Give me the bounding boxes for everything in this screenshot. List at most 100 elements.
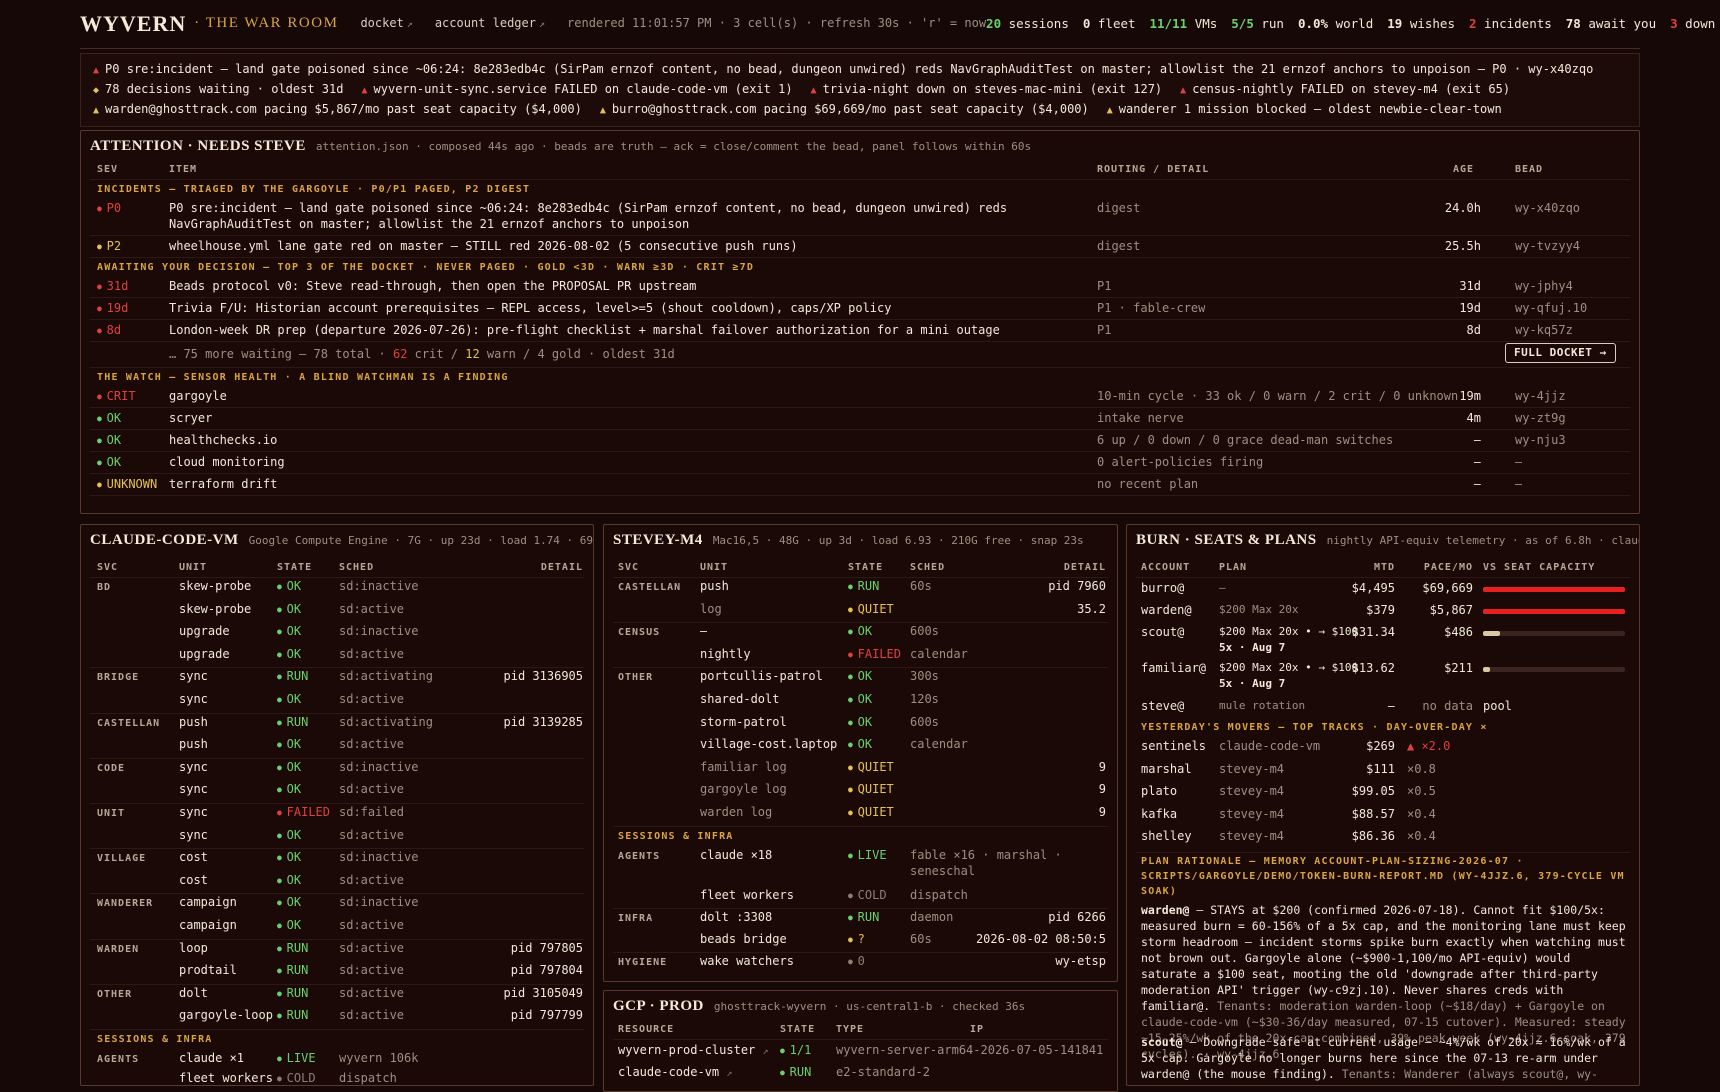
banner-item: ▲ warden@ghosttrack.com pacing $5,867/mo… (93, 102, 582, 118)
status-label: OK (286, 759, 302, 774)
state-badge: ● RUN (848, 579, 879, 595)
row-divider (90, 757, 584, 759)
unit-name: upgrade (179, 624, 230, 639)
status-dot-icon: ● (848, 808, 858, 817)
external-link-icon: ↗ (762, 1046, 769, 1057)
status-dot-icon: ● (277, 853, 287, 863)
banner-item: ▲ burro@ghosttrack.com pacing $69,669/mo… (600, 102, 1089, 118)
state-badge: ● LIVE (848, 848, 887, 864)
col-type: TYPE (836, 1024, 865, 1035)
status-dot-icon: ● (277, 1054, 287, 1063)
banner-text: wyvern-unit-sync.service FAILED on claud… (373, 82, 793, 97)
state-badge: ● OK (277, 692, 301, 708)
status-label: OK (857, 737, 873, 752)
plan: $200 Max 20x (1219, 603, 1299, 616)
bead-id: wy-jphy4 (1515, 279, 1573, 293)
severity-badge: ● CRIT (97, 389, 136, 405)
bead-id: — (1515, 477, 1523, 491)
age: 25.5h (1444, 239, 1481, 253)
severity-badge: ● OK (97, 411, 121, 427)
rationale-account: scout@ (1141, 1035, 1183, 1049)
state-badge: ● OK (277, 760, 301, 776)
claude-vm-subtitle: Google Compute Engine · 7G · up 23d · lo… (248, 534, 593, 547)
status-dot-icon: ● (848, 890, 858, 900)
banner-text: wanderer 1 mission blocked — oldest newb… (1118, 102, 1502, 117)
svc-group: AGENTS (618, 850, 661, 862)
unit-name: push (179, 737, 208, 752)
unit-name: dolt :3308 (700, 909, 773, 924)
detail: 9 (1098, 805, 1106, 819)
track-multiplier: ×0.8 (1407, 761, 1436, 776)
bead-id: wy-tvzyy4 (1515, 239, 1581, 253)
schedule: 600s (910, 714, 939, 729)
burn-subtitle: nightly API-equiv telemetry · as of 6.8h… (1326, 534, 1639, 547)
schedule: sd:active (339, 940, 405, 955)
track-host: claude-code-vm (1219, 739, 1321, 753)
pace: $486 (1444, 625, 1473, 639)
mtd: $31.34 (1351, 625, 1395, 639)
status-dot-icon: ● (97, 304, 107, 313)
stat-value: 3 (1670, 15, 1678, 31)
nav-link-account-ledger[interactable]: account ledger ↗ (435, 16, 545, 32)
state-badge: ● OK (277, 828, 301, 844)
status-dot-icon: ● (97, 480, 107, 489)
unit-name: campaign (179, 918, 237, 932)
state-badge: ● RUN (277, 963, 308, 979)
row-divider (90, 938, 584, 940)
unit-name: sync (179, 669, 208, 684)
col-state: STATE (780, 1024, 816, 1035)
status-dot-icon: ● (848, 956, 858, 966)
capacity-bar (1483, 631, 1625, 636)
status-label: 1/1 (789, 1043, 812, 1057)
bead-id: wy-kq57z (1515, 323, 1573, 337)
diamond-icon: ◆ (93, 85, 106, 97)
stat-label: run (1253, 15, 1284, 31)
mtd: $379 (1366, 603, 1395, 617)
detail: pid 7960 (1048, 579, 1106, 593)
machine-type: wyvern-server-arm64-2026-07-05-141841 (836, 1043, 1104, 1057)
stat-incidents: 2 incidents (1469, 16, 1552, 32)
schedule: sd:active (339, 827, 405, 842)
track-name: sentinels (1141, 739, 1207, 753)
full-docket-button[interactable]: FULL DOCKET → (1505, 343, 1616, 364)
detail: pid 797799 (510, 1008, 583, 1023)
bead-id: wy-nju3 (1515, 433, 1566, 447)
external-link-icon: ↗ (538, 19, 546, 31)
state-badge: ● OK (848, 669, 872, 685)
bead-id: — (1515, 455, 1523, 469)
stat-label: world (1328, 15, 1374, 31)
schedule: 300s (910, 669, 939, 684)
status-dot-icon: ● (277, 717, 287, 727)
unit-name: sync (179, 759, 208, 774)
state-badge: ● OK (277, 624, 301, 640)
track-name: marshal (1141, 761, 1192, 776)
col-unit: UNIT (700, 562, 729, 573)
stat-value: 5/5 (1231, 15, 1254, 31)
status-label: RUN (286, 669, 309, 684)
state-badge: ● OK (848, 692, 872, 708)
status-label: OK (286, 624, 302, 639)
state-badge: ● LIVE (277, 1051, 316, 1067)
status-dot-icon: ● (277, 830, 287, 840)
status-dot-icon: ● (97, 326, 107, 335)
stat-label: incidents (1476, 15, 1552, 31)
state-badge: ● 0 (848, 954, 865, 970)
status-dot-icon: ● (848, 695, 858, 704)
nav-link-docket[interactable]: docket ↗ (360, 16, 412, 32)
schedule: calendar (910, 646, 968, 661)
status-label: OK (857, 692, 873, 706)
mtd: $13.62 (1351, 661, 1395, 675)
svc-group: INFRA (618, 912, 654, 924)
status-dot-icon: ● (277, 695, 287, 704)
state-badge: ● QUIET (848, 805, 894, 821)
track-host: stevey-m4 (1219, 761, 1285, 776)
severity-badge: ● 31d (97, 279, 128, 295)
stevey-title: STEVEY-M4 (613, 532, 703, 548)
gcp-subtitle: ghosttrack-wyvern · us-central1-b · chec… (713, 1000, 1026, 1013)
account-name: steve@ (1141, 699, 1185, 713)
age: — (1473, 455, 1481, 469)
detail: pid 3136905 (503, 669, 583, 684)
schedule: sd:inactive (339, 579, 419, 593)
routing-detail: P1 (1097, 279, 1112, 293)
col-age: AGE (1453, 164, 1475, 175)
